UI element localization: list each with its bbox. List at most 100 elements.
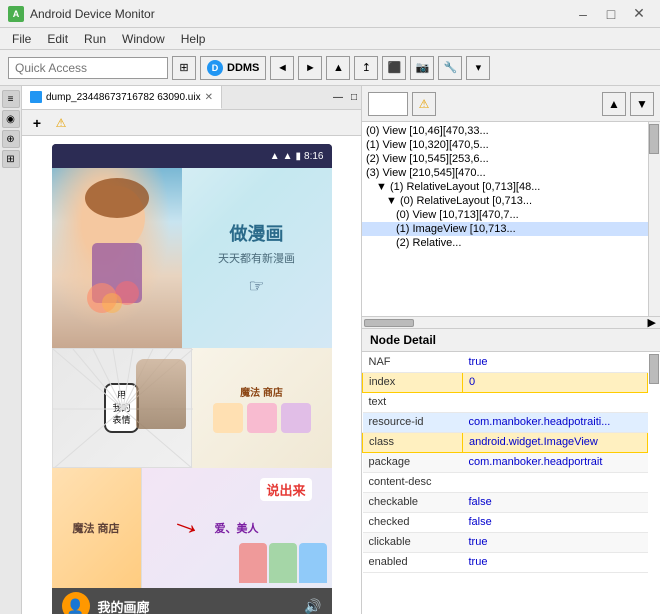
node-detail-header: Node Detail (362, 329, 660, 352)
detail-scroll[interactable]: NAF true index 0 text (362, 352, 648, 573)
feature-icons (213, 403, 311, 433)
toolbar-btn-6[interactable]: 📷 (410, 56, 434, 80)
detail-value: android.widget.ImageView (463, 432, 648, 452)
tree-hscrollbar[interactable]: ▶ (362, 317, 660, 329)
toolbar-btn-2[interactable]: ► (298, 56, 322, 80)
side-icon-1[interactable]: ≡ (2, 90, 20, 108)
detail-value: true (463, 532, 648, 552)
right-toolbar: ⚠ ▲ ▼ (362, 86, 660, 122)
capture-button[interactable]: ⊞ (172, 56, 196, 80)
tree-item[interactable]: ▼ (0) RelativeLayout [0,713... (362, 194, 648, 208)
love-text: 爱、美人 (215, 520, 259, 536)
tree-item[interactable]: (1) View [10,320][470,5... (362, 138, 648, 152)
app-icon: A (8, 6, 24, 22)
down-button[interactable]: ▼ (630, 92, 654, 116)
menu-window[interactable]: Window (114, 30, 173, 48)
toolbar-dropdown[interactable]: ▾ (466, 56, 490, 80)
detail-row-resource: resource-id com.manboker.headpotraiti... (363, 412, 648, 432)
detail-key: enabled (363, 552, 463, 572)
search-input[interactable] (8, 57, 168, 79)
detail-scrollbar-thumb[interactable] (649, 354, 659, 384)
ddms-button[interactable]: D DDMS (200, 56, 266, 80)
tree-item[interactable]: (3) View [210,545][470... (362, 166, 648, 180)
menu-bar: File Edit Run Window Help (0, 28, 660, 50)
window-controls: – □ ✕ (570, 4, 652, 24)
warning-rt-button[interactable]: ⚠ (412, 92, 436, 116)
app-subtitle: 天天都有新漫画 (218, 250, 295, 266)
side-icon-4[interactable]: ⊞ (2, 150, 20, 168)
feature-3 (281, 403, 311, 433)
tab-close-button[interactable]: ✕ (205, 92, 213, 103)
toolbar-btn-1[interactable]: ◄ (270, 56, 294, 80)
tree-item[interactable]: (0) View [10,46][470,33... (362, 124, 648, 138)
device-screen: ▲ ▲ ▮ 8:16 (52, 144, 332, 614)
detail-value: 0 (463, 372, 648, 392)
maximize-button[interactable]: □ (598, 4, 624, 24)
detail-key: checked (363, 512, 463, 532)
wifi-icon: ▲ (270, 151, 280, 162)
tree-item[interactable]: ▼ (1) RelativeLayout [0,713][48... (362, 180, 648, 194)
bottom-panel: 魔法 商店 爱、美人 说出来 → (52, 468, 332, 588)
toolbar-btn-3[interactable]: ▲ (326, 56, 350, 80)
ddms-icon: D (207, 60, 223, 76)
up-button[interactable]: ▲ (602, 92, 626, 116)
color-selector[interactable] (368, 92, 408, 116)
tree-expand-right[interactable]: ▶ (646, 316, 658, 329)
expand-all-button[interactable]: + (26, 113, 48, 133)
manga-girl-image (52, 168, 182, 348)
ddms-label: DDMS (227, 62, 259, 74)
detail-content: NAF true index 0 text (362, 352, 660, 573)
toolbar-btn-7[interactable]: 🔧 (438, 56, 462, 80)
detail-key: clickable (363, 532, 463, 552)
side-icon-2[interactable]: ◉ (2, 110, 20, 128)
menu-file[interactable]: File (4, 30, 39, 48)
detail-value: false (463, 492, 648, 512)
detail-value: com.manboker.headportrait (463, 452, 648, 472)
menu-help[interactable]: Help (173, 30, 214, 48)
say-text: 说出来 (260, 478, 311, 501)
tree-hscrollbar-thumb[interactable] (364, 319, 414, 327)
left-side-icons: ≡ ◉ ⊕ ⊞ (0, 86, 22, 614)
gallery-icon: 👤 (62, 592, 90, 614)
gallery-bar[interactable]: 👤 我的画廊 🔊 (52, 588, 332, 614)
toolbar-btn-5[interactable]: ⬛ (382, 56, 406, 80)
tree-item[interactable]: (2) Relative... (362, 236, 648, 250)
toolbar-btn-4[interactable]: ↥ (354, 56, 378, 80)
detail-value: false (463, 512, 648, 532)
tree-item[interactable]: (0) View [10,713][470,7... (362, 208, 648, 222)
detail-value: true (463, 352, 648, 372)
device-screen-area: ▲ ▲ ▮ 8:16 (22, 136, 361, 614)
detail-row-naf: NAF true (363, 352, 648, 372)
close-button[interactable]: ✕ (626, 4, 652, 24)
status-bar: ▲ ▲ ▮ 8:16 (52, 144, 332, 168)
menu-edit[interactable]: Edit (39, 30, 76, 48)
tree-view[interactable]: (0) View [10,46][470,33... (1) View [10,… (362, 122, 648, 317)
tree-scrollbar[interactable] (648, 122, 660, 316)
minimize-panel-button[interactable]: — (329, 86, 347, 109)
detail-value (463, 472, 648, 492)
character-group (239, 543, 327, 583)
volume-icon[interactable]: 🔊 (304, 598, 321, 614)
main-toolbar: ⊞ D DDMS ◄ ► ▲ ↥ ⬛ 📷 🔧 ▾ (0, 50, 660, 86)
tab-strip: dump_23448673716782 63090.uix ✕ — □ (22, 86, 361, 110)
menu-run[interactable]: Run (76, 30, 114, 48)
tree-item[interactable]: (2) View [10,545][253,6... (362, 152, 648, 166)
gallery-label: 我的画廊 (98, 597, 150, 614)
tree-scrollbar-thumb[interactable] (649, 124, 659, 154)
file-tab[interactable]: dump_23448673716782 63090.uix ✕ (22, 86, 222, 109)
manga-text-area: 做漫画 天天都有新漫画 ☞ (182, 168, 332, 348)
main-content: ≡ ◉ ⊕ ⊞ dump_23448673716782 63090.uix ✕ … (0, 86, 660, 614)
magic-shop-text: 魔法 商店 (72, 520, 119, 536)
detail-table: NAF true index 0 text (362, 352, 648, 573)
time-display: 8:16 (304, 151, 323, 162)
warning-button[interactable]: ⚠ (50, 113, 72, 133)
minimize-button[interactable]: – (570, 4, 596, 24)
maximize-panel-button[interactable]: □ (347, 86, 361, 109)
window-title: Android Device Monitor (30, 7, 570, 21)
detail-row-enabled: enabled true (363, 552, 648, 572)
tree-item-selected[interactable]: (1) ImageView [10,713... (362, 222, 648, 236)
side-icon-3[interactable]: ⊕ (2, 130, 20, 148)
battery-icon: ▮ (296, 151, 302, 162)
middle-panel: 用 我的 表情 魔法 商店 (52, 348, 332, 468)
gallery-right: 爱、美人 说出来 → (142, 468, 332, 588)
